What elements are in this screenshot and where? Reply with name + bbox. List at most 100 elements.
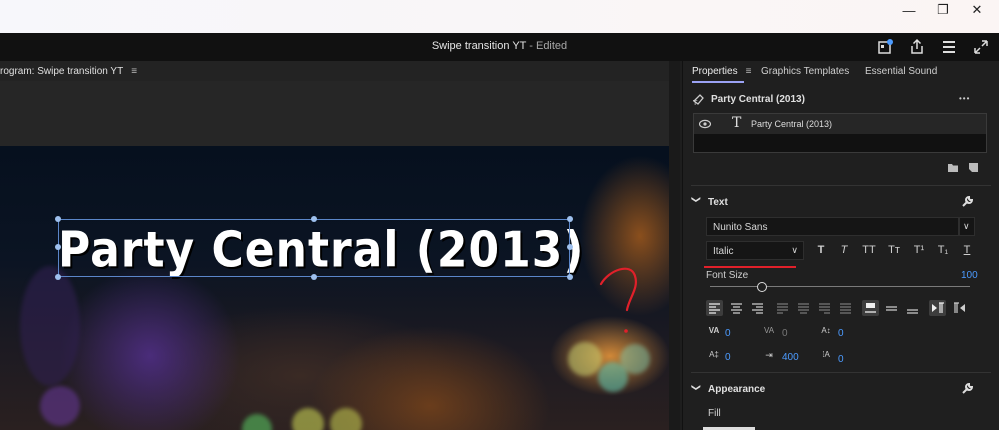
bokeh-light (292, 408, 324, 430)
restore-icon: ❐ (937, 2, 949, 17)
question-mark-annotation (599, 267, 637, 333)
transform-handle[interactable] (55, 244, 61, 250)
program-monitor-header: rogram: Swipe transition YT ≡ (0, 61, 680, 81)
panel-tabs: Properties ≡ Graphics Templates Essential… (683, 61, 999, 83)
transform-handle[interactable] (567, 216, 573, 222)
tab-label: Properties (692, 66, 738, 77)
kerning-icon: VA (763, 326, 775, 335)
baseline-value[interactable]: 0 (838, 328, 844, 339)
app-header: Swipe transition YT - Edited (0, 33, 999, 61)
quick-export-icon[interactable] (876, 38, 894, 56)
text-bounding-box[interactable] (58, 219, 570, 277)
justify-all-button[interactable] (837, 300, 854, 316)
superscript-button[interactable]: T¹ (911, 244, 927, 256)
all-caps-button[interactable]: TT (860, 244, 878, 256)
leading-value[interactable]: 0 (725, 352, 731, 363)
window-titlebar: — ❐ ✕ (0, 0, 999, 33)
font-size-slider-thumb[interactable] (757, 282, 767, 292)
workspaces-icon[interactable] (940, 38, 958, 56)
chevron-down-icon[interactable]: ❯ (690, 196, 701, 204)
new-layer-icon[interactable] (968, 162, 979, 173)
layer-name: Party Central (2013) (751, 119, 833, 129)
transform-handle[interactable] (55, 274, 61, 280)
edited-status: - Edited (526, 40, 568, 52)
align-right-button[interactable] (749, 300, 766, 316)
svg-text:T: T (692, 99, 698, 106)
transform-handle[interactable] (311, 216, 317, 222)
minimize-button[interactable]: — (892, 0, 926, 20)
transform-handle[interactable] (311, 274, 317, 280)
active-tab-indicator (692, 81, 744, 83)
align-left-button[interactable] (706, 300, 723, 316)
panel-menu-icon[interactable]: ≡ (131, 66, 137, 77)
tsume-value[interactable]: 0 (838, 354, 844, 365)
bokeh-light (242, 414, 272, 430)
justify-right-button[interactable] (816, 300, 833, 316)
bokeh-light (40, 386, 80, 426)
rtl-text-button[interactable] (951, 300, 968, 316)
align-top-button[interactable] (862, 300, 879, 316)
transform-handle[interactable] (567, 244, 573, 250)
tracking-icon: VA (708, 326, 720, 335)
close-button[interactable]: ✕ (960, 0, 994, 20)
tracking-value[interactable]: 0 (725, 328, 731, 339)
video-frame[interactable] (0, 146, 669, 430)
bokeh-light (620, 344, 650, 374)
font-family-value: Nunito Sans (713, 222, 768, 233)
align-bottom-button[interactable] (904, 300, 921, 316)
tab-menu-icon[interactable]: ≡ (746, 66, 752, 77)
appearance-section-title: Appearance (708, 384, 766, 395)
minimize-icon: — (902, 2, 916, 18)
ltr-text-button[interactable] (929, 300, 946, 316)
panel-gutter (669, 61, 680, 430)
wrench-icon[interactable] (961, 195, 974, 208)
program-monitor-label[interactable]: rogram: Swipe transition YT ≡ (0, 66, 137, 77)
baseline-shift-icon: A↕ (821, 326, 831, 335)
font-size-value[interactable]: 100 (961, 270, 978, 281)
layer-row[interactable]: T Party Central (2013) (694, 114, 986, 134)
leading-icon: A‡ (709, 350, 719, 359)
kerning-value[interactable]: 0 (782, 328, 788, 339)
font-size-label: Font Size (706, 270, 749, 281)
transform-handle[interactable] (567, 274, 573, 280)
transform-handle[interactable] (55, 216, 61, 222)
subscript-button[interactable]: T₁ (935, 244, 951, 256)
share-icon[interactable] (908, 38, 926, 56)
tab-essential-sound[interactable]: Essential Sound (865, 66, 937, 77)
font-style-value: Italic (713, 246, 734, 257)
align-center-button[interactable] (728, 300, 745, 316)
bokeh-light (568, 342, 602, 376)
font-style-select[interactable]: Italic ∨ (706, 241, 804, 260)
justify-center-button[interactable] (795, 300, 812, 316)
tsume-icon: ⁞A (822, 350, 830, 359)
project-title: Swipe transition YT - Edited (0, 40, 999, 52)
red-underline-annotation (704, 266, 796, 268)
wrench-icon[interactable] (961, 382, 974, 395)
section-divider (691, 372, 991, 373)
align-middle-button[interactable] (883, 300, 900, 316)
font-family-field[interactable]: Nunito Sans (706, 217, 959, 236)
restore-button[interactable]: ❐ (926, 0, 960, 20)
new-group-folder-icon[interactable] (947, 162, 959, 173)
font-family-dropdown[interactable]: ∨ (959, 217, 975, 236)
tab-graphics-templates[interactable]: Graphics Templates (761, 66, 849, 77)
tab-label: Graphics Templates (761, 66, 850, 77)
section-divider (691, 185, 991, 186)
program-monitor-title: rogram: Swipe transition YT (0, 66, 124, 77)
more-options-icon[interactable]: ••• (959, 94, 970, 103)
underline-button[interactable]: T (960, 244, 974, 256)
tab-width-value[interactable]: 400 (782, 352, 799, 363)
bokeh-light (330, 408, 362, 430)
text-section-title: Text (708, 197, 728, 208)
small-caps-button[interactable]: Tт (885, 244, 903, 256)
visibility-eye-icon[interactable] (699, 119, 711, 129)
chevron-down-icon[interactable]: ❯ (690, 384, 701, 392)
faux-bold-button[interactable]: T (814, 244, 828, 256)
fullscreen-icon[interactable] (972, 38, 990, 56)
faux-italic-button[interactable]: T (837, 244, 851, 256)
project-name: Swipe transition YT (431, 40, 527, 52)
justify-left-button[interactable] (774, 300, 791, 316)
close-icon: ✕ (971, 2, 983, 17)
font-size-slider[interactable] (710, 282, 970, 292)
tab-properties[interactable]: Properties ≡ (692, 66, 751, 77)
